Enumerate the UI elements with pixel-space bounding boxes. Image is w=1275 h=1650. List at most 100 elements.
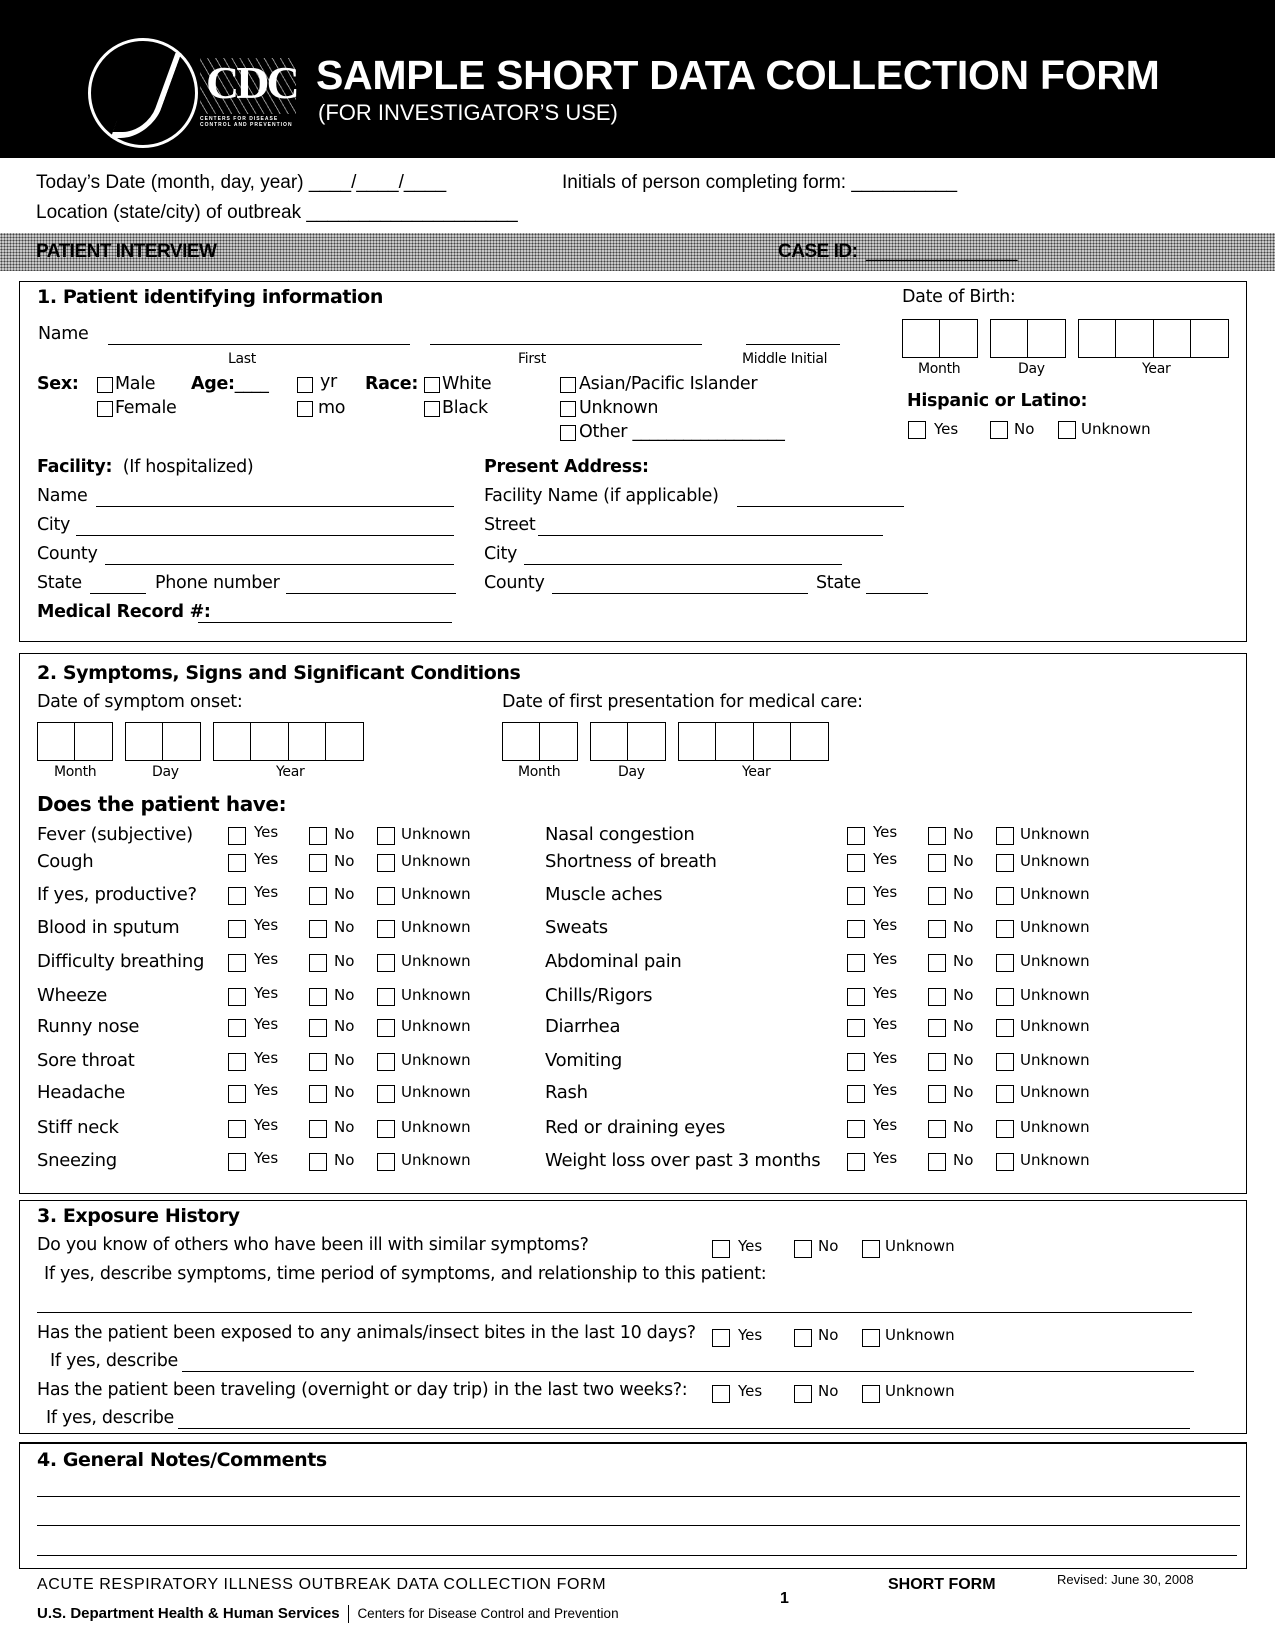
sex-female-checkbox[interactable]: [97, 401, 113, 417]
symptom-unknown-checkbox[interactable]: [996, 1120, 1014, 1138]
symptom-unknown-checkbox[interactable]: [996, 887, 1014, 905]
symptom-yes-checkbox[interactable]: [228, 920, 246, 938]
symptom-yes-checkbox[interactable]: [228, 1019, 246, 1037]
race-asian-checkbox[interactable]: [560, 377, 576, 393]
symptom-unknown-checkbox[interactable]: [377, 1019, 395, 1037]
symptom-unknown-checkbox[interactable]: [996, 1085, 1014, 1103]
race-black-checkbox[interactable]: [424, 401, 440, 417]
outbreak-location-field[interactable]: Location (state/city) of outbreak ______…: [36, 202, 518, 224]
facility-county-input[interactable]: [105, 564, 454, 565]
address-street-input[interactable]: [538, 535, 883, 536]
symptom-no-checkbox[interactable]: [309, 954, 327, 972]
hispanic-yes-checkbox[interactable]: [908, 421, 926, 439]
symptom-no-checkbox[interactable]: [928, 854, 946, 872]
symptom-unknown-checkbox[interactable]: [377, 954, 395, 972]
exposure-q1-yes-checkbox[interactable]: [712, 1240, 730, 1258]
symptom-no-checkbox[interactable]: [928, 827, 946, 845]
race-white-checkbox[interactable]: [424, 377, 440, 393]
symptom-yes-checkbox[interactable]: [228, 1085, 246, 1103]
exposure-q1-no-checkbox[interactable]: [794, 1240, 812, 1258]
symptom-yes-checkbox[interactable]: [228, 854, 246, 872]
symptom-yes-checkbox[interactable]: [847, 954, 865, 972]
dob-day-boxes[interactable]: [990, 319, 1067, 358]
symptom-yes-checkbox[interactable]: [847, 920, 865, 938]
symptom-yes-checkbox[interactable]: [847, 1019, 865, 1037]
symptom-no-checkbox[interactable]: [309, 988, 327, 1006]
symptom-unknown-checkbox[interactable]: [377, 1120, 395, 1138]
symptom-yes-checkbox[interactable]: [847, 1085, 865, 1103]
symptom-no-checkbox[interactable]: [309, 1153, 327, 1171]
age-mo-checkbox[interactable]: [297, 401, 313, 417]
symptom-no-checkbox[interactable]: [309, 854, 327, 872]
exposure-q1-unknown-checkbox[interactable]: [862, 1240, 880, 1258]
symptom-unknown-checkbox[interactable]: [377, 1153, 395, 1171]
middle-initial-input[interactable]: [746, 344, 840, 345]
symptom-no-checkbox[interactable]: [928, 1019, 946, 1037]
symptom-yes-checkbox[interactable]: [228, 1153, 246, 1171]
symptom-no-checkbox[interactable]: [928, 1053, 946, 1071]
exposure-q3-no-checkbox[interactable]: [794, 1385, 812, 1403]
dob-year-boxes[interactable]: [1078, 319, 1230, 358]
symptom-yes-checkbox[interactable]: [847, 827, 865, 845]
sex-male-checkbox[interactable]: [97, 377, 113, 393]
symptom-yes-checkbox[interactable]: [228, 954, 246, 972]
exposure-q2-no-checkbox[interactable]: [794, 1329, 812, 1347]
symptom-yes-checkbox[interactable]: [228, 1053, 246, 1071]
facility-city-input[interactable]: [76, 535, 454, 536]
symptom-yes-checkbox[interactable]: [847, 887, 865, 905]
symptom-no-checkbox[interactable]: [928, 920, 946, 938]
symptom-no-checkbox[interactable]: [928, 1153, 946, 1171]
symptom-yes-checkbox[interactable]: [228, 988, 246, 1006]
symptom-unknown-checkbox[interactable]: [996, 1153, 1014, 1171]
exposure-q3-yes-checkbox[interactable]: [712, 1385, 730, 1403]
onset-day-boxes[interactable]: [125, 722, 202, 761]
exposure-q3-describe-input[interactable]: [178, 1428, 1190, 1429]
symptom-yes-checkbox[interactable]: [847, 1153, 865, 1171]
symptom-yes-checkbox[interactable]: [847, 854, 865, 872]
exposure-q2-describe-input[interactable]: [182, 1371, 1194, 1372]
symptom-yes-checkbox[interactable]: [228, 887, 246, 905]
address-county-input[interactable]: [552, 593, 808, 594]
facility-name-input[interactable]: [96, 506, 454, 507]
symptom-unknown-checkbox[interactable]: [996, 920, 1014, 938]
exposure-q3-unknown-checkbox[interactable]: [862, 1385, 880, 1403]
notes-line-1-input[interactable]: [37, 1496, 1240, 1497]
symptom-no-checkbox[interactable]: [309, 1053, 327, 1071]
presentation-year-boxes[interactable]: [678, 722, 830, 761]
symptom-yes-checkbox[interactable]: [228, 827, 246, 845]
initials-field[interactable]: Initials of person completing form: ____…: [562, 172, 957, 194]
hispanic-unknown-checkbox[interactable]: [1058, 421, 1076, 439]
address-city-input[interactable]: [524, 564, 842, 565]
case-id-input[interactable]: _______________: [866, 241, 1018, 263]
medical-record-input[interactable]: [198, 622, 452, 623]
age-yr-checkbox[interactable]: [297, 377, 313, 393]
age-input[interactable]: ____: [235, 374, 269, 394]
facility-phone-input[interactable]: [286, 593, 456, 594]
exposure-q2-unknown-checkbox[interactable]: [862, 1329, 880, 1347]
symptom-unknown-checkbox[interactable]: [377, 887, 395, 905]
facility-state-input[interactable]: [90, 593, 146, 594]
address-facility-input[interactable]: [737, 506, 904, 507]
symptom-no-checkbox[interactable]: [928, 1085, 946, 1103]
symptom-yes-checkbox[interactable]: [228, 1120, 246, 1138]
race-other-checkbox[interactable]: [560, 425, 576, 441]
symptom-yes-checkbox[interactable]: [847, 988, 865, 1006]
last-name-input[interactable]: [108, 344, 410, 345]
symptom-unknown-checkbox[interactable]: [377, 854, 395, 872]
exposure-q1-describe-input[interactable]: [37, 1312, 1192, 1313]
symptom-unknown-checkbox[interactable]: [996, 827, 1014, 845]
symptom-no-checkbox[interactable]: [309, 1120, 327, 1138]
notes-line-2-input[interactable]: [37, 1525, 1240, 1526]
symptom-unknown-checkbox[interactable]: [996, 954, 1014, 972]
symptom-no-checkbox[interactable]: [309, 920, 327, 938]
symptom-unknown-checkbox[interactable]: [996, 854, 1014, 872]
symptom-unknown-checkbox[interactable]: [377, 988, 395, 1006]
symptom-unknown-checkbox[interactable]: [996, 1019, 1014, 1037]
symptom-unknown-checkbox[interactable]: [996, 988, 1014, 1006]
symptom-no-checkbox[interactable]: [928, 954, 946, 972]
symptom-unknown-checkbox[interactable]: [377, 1085, 395, 1103]
onset-year-boxes[interactable]: [213, 722, 365, 761]
symptom-yes-checkbox[interactable]: [847, 1120, 865, 1138]
symptom-unknown-checkbox[interactable]: [377, 1053, 395, 1071]
onset-month-boxes[interactable]: [37, 722, 114, 761]
